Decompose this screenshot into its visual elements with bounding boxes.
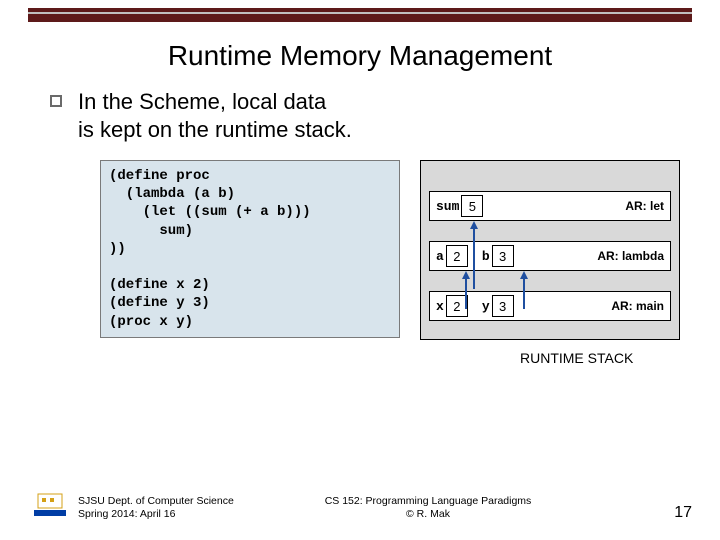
var-label: a: [436, 249, 446, 264]
ar-tag: AR: let: [625, 199, 664, 213]
var-label: sum: [436, 199, 461, 214]
var-cell: 2: [446, 245, 468, 267]
var-label: y: [482, 299, 492, 314]
footer-dept: SJSU Dept. of Computer Science: [78, 495, 288, 509]
footer: SJSU Dept. of Computer Science Spring 20…: [78, 495, 692, 522]
var-label: x: [436, 299, 446, 314]
arrow-icon: [460, 271, 472, 313]
slide: Runtime Memory Management In the Scheme,…: [0, 0, 720, 540]
runtime-stack-diagram: sum 5 AR: let a 2 b 3 AR: lambda x 2 y 3: [420, 160, 680, 340]
activation-record-lambda: a 2 b 3 AR: lambda: [429, 241, 671, 271]
bullet-square-icon: [50, 95, 62, 107]
footer-author: © R. Mak: [288, 508, 568, 522]
ar-tag: AR: lambda: [597, 249, 664, 263]
stack-caption: RUNTIME STACK: [520, 350, 633, 366]
footer-course: CS 152: Programming Language Paradigms: [288, 495, 568, 509]
var-cell: 3: [492, 245, 514, 267]
var-cell: 5: [461, 195, 483, 217]
var-label: b: [482, 249, 492, 264]
slide-title: Runtime Memory Management: [0, 40, 720, 72]
bullet-text: In the Scheme, local data is kept on the…: [78, 88, 352, 143]
top-accent-bar: [28, 8, 692, 22]
sjsu-logo: [32, 492, 68, 522]
ar-tag: AR: main: [611, 299, 664, 313]
page-number: 17: [674, 504, 692, 522]
arrow-icon: [518, 271, 530, 313]
var-cell: 3: [492, 295, 514, 317]
activation-record-let: sum 5 AR: let: [429, 191, 671, 221]
code-block: (define proc (lambda (a b) (let ((sum (+…: [100, 160, 400, 338]
footer-term: Spring 2014: April 16: [78, 508, 288, 522]
